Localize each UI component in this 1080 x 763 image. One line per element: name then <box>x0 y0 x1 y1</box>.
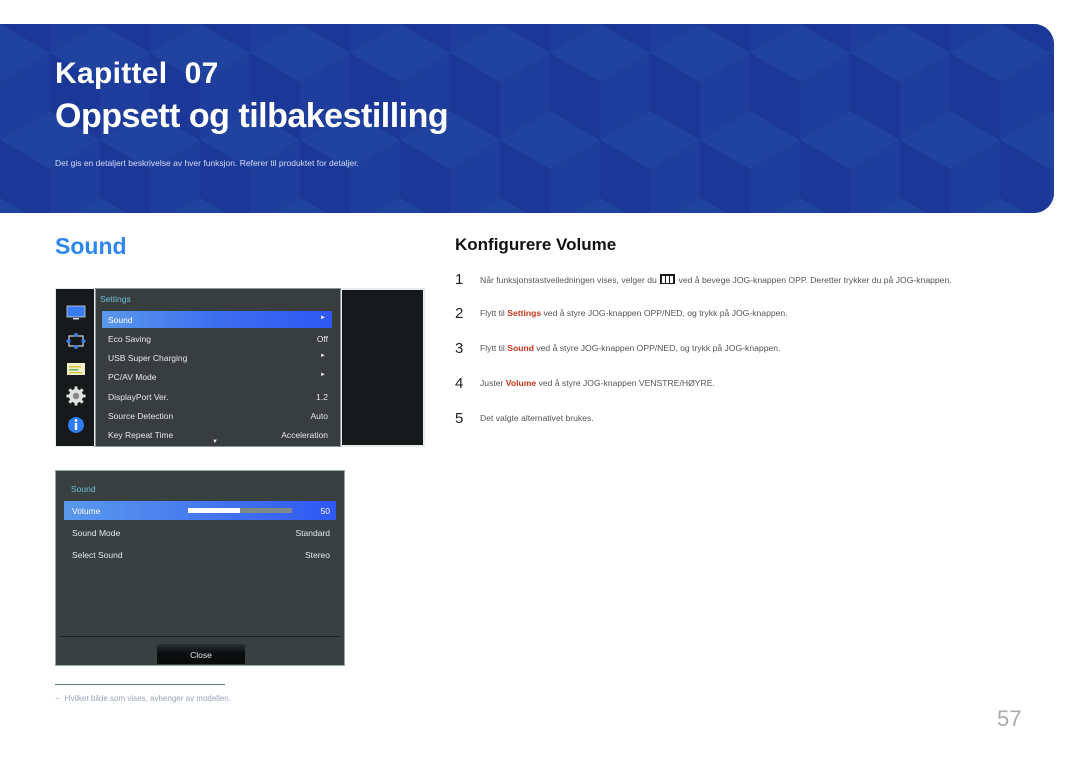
sound-item-select-sound[interactable]: Select Sound Stereo <box>64 545 336 564</box>
settings-gear-icon <box>66 386 86 406</box>
sound-item-volume[interactable]: Volume 50 <box>64 501 336 520</box>
menu-item-usb-super-charging[interactable]: USB Super Charging ► <box>102 349 332 366</box>
step-number: 2 <box>455 305 464 322</box>
footnote-dash: − <box>55 694 60 703</box>
settings-osd-screenshot: Settings Sound ► Eco Saving Off USB Supe… <box>55 288 425 447</box>
arrow-right-icon: ► <box>320 315 326 321</box>
highlight-sound: Sound <box>507 343 534 353</box>
chapter-title: Oppsett og tilbakestilling <box>55 97 449 135</box>
osd-submenu-pane <box>342 290 423 445</box>
settings-menu-title: Settings <box>100 294 131 304</box>
arrow-right-icon: ► <box>320 353 326 359</box>
instruction-step: 3 Flytt til Sound ved å styre JOG-knappe… <box>455 340 1055 360</box>
footnote-divider <box>55 684 225 685</box>
menu-item-displayport-ver[interactable]: DisplayPort Ver. 1.2 <box>102 388 332 405</box>
step-number: 3 <box>455 340 464 357</box>
osd-divider <box>59 636 341 637</box>
chapter-label: Kapittel 07 <box>55 57 219 90</box>
system-icon <box>66 359 86 379</box>
menu-item-eco-saving[interactable]: Eco Saving Off <box>102 330 332 347</box>
step-text: Det valgte alternativet brukes. <box>480 413 594 423</box>
page-number: 57 <box>997 706 1022 731</box>
sound-osd-title: Sound <box>71 484 96 494</box>
cube-face <box>1050 24 1054 53</box>
instruction-step: 4 Juster Volume ved å styre JOG-knappen … <box>455 375 1055 395</box>
step-text: Flytt til Sound ved å styre JOG-knappen … <box>480 343 781 353</box>
highlight-volume: Volume <box>505 378 537 388</box>
osd-sidebar <box>56 289 94 446</box>
instruction-step: 5 Det valgte alternativet brukes. <box>455 410 1055 430</box>
close-button[interactable]: Close <box>157 644 245 664</box>
instruction-step: 2 Flytt til Settings ved å styre JOG-kna… <box>455 305 1055 325</box>
highlight-settings: Settings <box>507 308 542 318</box>
sound-osd-screenshot: Sound Volume 50 Sound Mode Standard Sele… <box>55 470 345 666</box>
step-text: Flytt til Settings ved å styre JOG-knapp… <box>480 308 788 318</box>
scroll-down-icon[interactable]: ▼ <box>212 439 218 445</box>
step-text: Juster Volume ved å styre JOG-knappen VE… <box>480 378 715 388</box>
step-number: 4 <box>455 375 464 392</box>
section-title: Sound <box>55 233 127 259</box>
chapter-banner: Kapittel 07 Oppsett og tilbakestilling D… <box>0 24 1054 213</box>
information-icon <box>66 415 86 435</box>
volume-slider-fill <box>188 508 240 513</box>
instructions-title: Konfigurere Volume <box>455 235 617 254</box>
onscreen-display-icon <box>66 331 86 351</box>
menu-item-pc-av-mode[interactable]: PC/AV Mode ► <box>102 368 332 385</box>
menu-item-source-detection[interactable]: Source Detection Auto <box>102 407 332 424</box>
step-number: 5 <box>455 410 464 427</box>
menu-item-sound[interactable]: Sound ► <box>102 311 332 328</box>
chapter-description: Det gis en detaljert beskrivelse av hver… <box>55 158 359 168</box>
menu-icon <box>660 274 676 284</box>
step-number: 1 <box>455 271 464 288</box>
footnote-text: Hvilket bilde som vises, avhenger av mod… <box>64 694 231 703</box>
footnote: − Hvilket bilde som vises, avhenger av mo… <box>55 694 231 703</box>
step-text: Når funksjonstastveiledningen vises, vel… <box>480 274 952 285</box>
volume-slider[interactable] <box>188 508 292 513</box>
picture-icon <box>66 303 86 323</box>
arrow-right-icon: ► <box>320 372 326 378</box>
settings-menu: Settings Sound ► Eco Saving Off USB Supe… <box>95 288 341 447</box>
sound-item-sound-mode[interactable]: Sound Mode Standard <box>64 523 336 542</box>
instruction-step: 1 Når funksjonstastveiledningen vises, v… <box>455 271 1055 291</box>
